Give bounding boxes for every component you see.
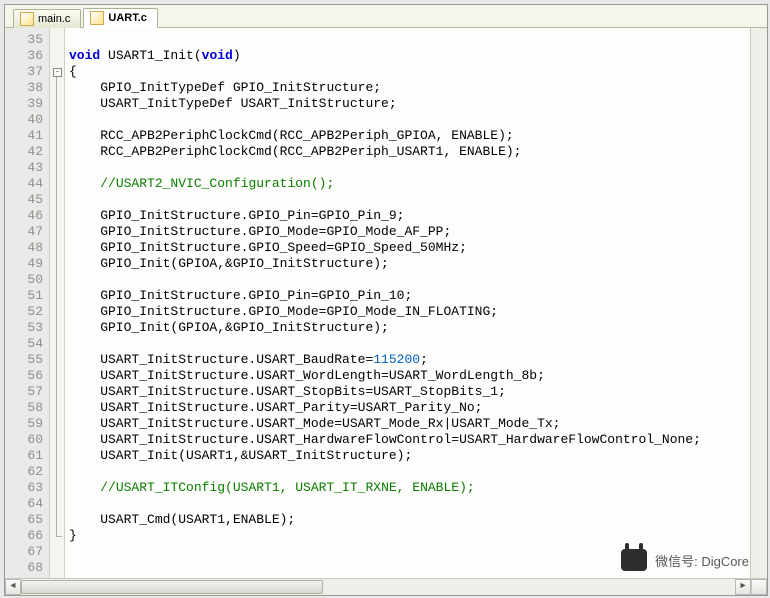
line-number: 67 <box>5 544 43 560</box>
line-number: 43 <box>5 160 43 176</box>
line-number: 45 <box>5 192 43 208</box>
line-number: 65 <box>5 512 43 528</box>
code-line[interactable]: GPIO_Init(GPIOA,&GPIO_InitStructure); <box>69 320 750 336</box>
code-line[interactable]: USART_Cmd(USART1,ENABLE); <box>69 512 750 528</box>
line-number: 64 <box>5 496 43 512</box>
line-number: 55 <box>5 352 43 368</box>
fold-line <box>56 77 57 536</box>
code-line[interactable]: GPIO_InitStructure.GPIO_Mode=GPIO_Mode_I… <box>69 304 750 320</box>
line-number: 60 <box>5 432 43 448</box>
code-view[interactable]: void USART1_Init(void){ GPIO_InitTypeDef… <box>65 28 750 578</box>
line-number: 39 <box>5 96 43 112</box>
code-line[interactable]: GPIO_Init(GPIOA,&GPIO_InitStructure); <box>69 256 750 272</box>
line-number: 68 <box>5 560 43 576</box>
line-number: 53 <box>5 320 43 336</box>
file-icon <box>90 11 104 25</box>
code-line[interactable]: GPIO_InitStructure.GPIO_Pin=GPIO_Pin_9; <box>69 208 750 224</box>
line-number: 61 <box>5 448 43 464</box>
code-line[interactable]: GPIO_InitStructure.GPIO_Speed=GPIO_Speed… <box>69 240 750 256</box>
line-number: 63 <box>5 480 43 496</box>
line-number: 57 <box>5 384 43 400</box>
line-number: 59 <box>5 416 43 432</box>
code-line[interactable]: USART_InitStructure.USART_Mode=USART_Mod… <box>69 416 750 432</box>
code-line[interactable]: GPIO_InitStructure.GPIO_Mode=GPIO_Mode_A… <box>69 224 750 240</box>
file-icon <box>20 12 34 26</box>
code-line[interactable] <box>69 32 750 48</box>
line-number: 36 <box>5 48 43 64</box>
code-line[interactable]: //USART2_NVIC_Configuration(); <box>69 176 750 192</box>
code-line[interactable]: USART_InitStructure.USART_WordLength=USA… <box>69 368 750 384</box>
line-number: 46 <box>5 208 43 224</box>
code-line[interactable]: GPIO_InitTypeDef GPIO_InitStructure; <box>69 80 750 96</box>
tab-label: main.c <box>38 13 70 25</box>
tab-UART-c[interactable]: UART.c <box>83 8 158 28</box>
line-number: 40 <box>5 112 43 128</box>
editor-area: 3536373839404142434445464748495051525354… <box>5 28 767 595</box>
code-line[interactable] <box>69 272 750 288</box>
vertical-scrollbar[interactable] <box>750 28 767 578</box>
code-line[interactable]: RCC_APB2PeriphClockCmd(RCC_APB2Periph_GP… <box>69 128 750 144</box>
code-line[interactable]: } <box>69 528 750 544</box>
code-line[interactable]: USART_InitStructure.USART_Parity=USART_P… <box>69 400 750 416</box>
code-line[interactable] <box>69 544 750 560</box>
line-number: 42 <box>5 144 43 160</box>
code-line[interactable] <box>69 192 750 208</box>
line-number: 51 <box>5 288 43 304</box>
line-number: 37 <box>5 64 43 80</box>
code-line[interactable]: GPIO_InitStructure.GPIO_Pin=GPIO_Pin_10; <box>69 288 750 304</box>
code-line[interactable]: USART_InitTypeDef USART_InitStructure; <box>69 96 750 112</box>
scroll-left-button[interactable]: ◄ <box>5 579 21 595</box>
horizontal-scrollbar[interactable]: ◄ ► <box>5 578 767 595</box>
fold-end <box>56 536 62 537</box>
line-number: 48 <box>5 240 43 256</box>
line-number: 56 <box>5 368 43 384</box>
line-number: 54 <box>5 336 43 352</box>
code-line[interactable]: { <box>69 64 750 80</box>
scroll-corner <box>751 579 767 595</box>
fold-toggle[interactable]: - <box>53 68 62 77</box>
code-line[interactable] <box>69 336 750 352</box>
code-line[interactable]: RCC_APB2PeriphClockCmd(RCC_APB2Periph_US… <box>69 144 750 160</box>
code-line[interactable]: USART_Init(USART1,&USART_InitStructure); <box>69 448 750 464</box>
code-line[interactable] <box>69 112 750 128</box>
line-number: 44 <box>5 176 43 192</box>
line-number: 66 <box>5 528 43 544</box>
tab-bar: main.c UART.c <box>5 5 767 28</box>
line-number: 47 <box>5 224 43 240</box>
scroll-right-button[interactable]: ► <box>735 579 751 595</box>
code-line[interactable] <box>69 464 750 480</box>
code-line[interactable]: void USART1_Init(void) <box>69 48 750 64</box>
code-line[interactable]: USART_InitStructure.USART_StopBits=USART… <box>69 384 750 400</box>
line-number: 62 <box>5 464 43 480</box>
line-number: 38 <box>5 80 43 96</box>
line-number: 49 <box>5 256 43 272</box>
line-number: 58 <box>5 400 43 416</box>
code-line[interactable] <box>69 496 750 512</box>
h-scroll-thumb[interactable] <box>21 580 323 594</box>
code-line[interactable]: USART_InitStructure.USART_HardwareFlowCo… <box>69 432 750 448</box>
code-line[interactable] <box>69 560 750 576</box>
code-line[interactable] <box>69 160 750 176</box>
editor-frame: main.cUART.c 353637383940414243444546474… <box>4 4 768 596</box>
tab-label: UART.c <box>108 12 147 24</box>
line-number: 41 <box>5 128 43 144</box>
code-line[interactable]: USART_InitStructure.USART_BaudRate=11520… <box>69 352 750 368</box>
code-line[interactable]: //USART_ITConfig(USART1, USART_IT_RXNE, … <box>69 480 750 496</box>
h-scroll-track[interactable] <box>21 579 735 595</box>
line-number: 35 <box>5 32 43 48</box>
line-number: 50 <box>5 272 43 288</box>
fold-gutter: - <box>50 28 65 578</box>
line-number: 52 <box>5 304 43 320</box>
line-number-gutter: 3536373839404142434445464748495051525354… <box>5 28 50 578</box>
tab-main-c[interactable]: main.c <box>13 9 81 28</box>
